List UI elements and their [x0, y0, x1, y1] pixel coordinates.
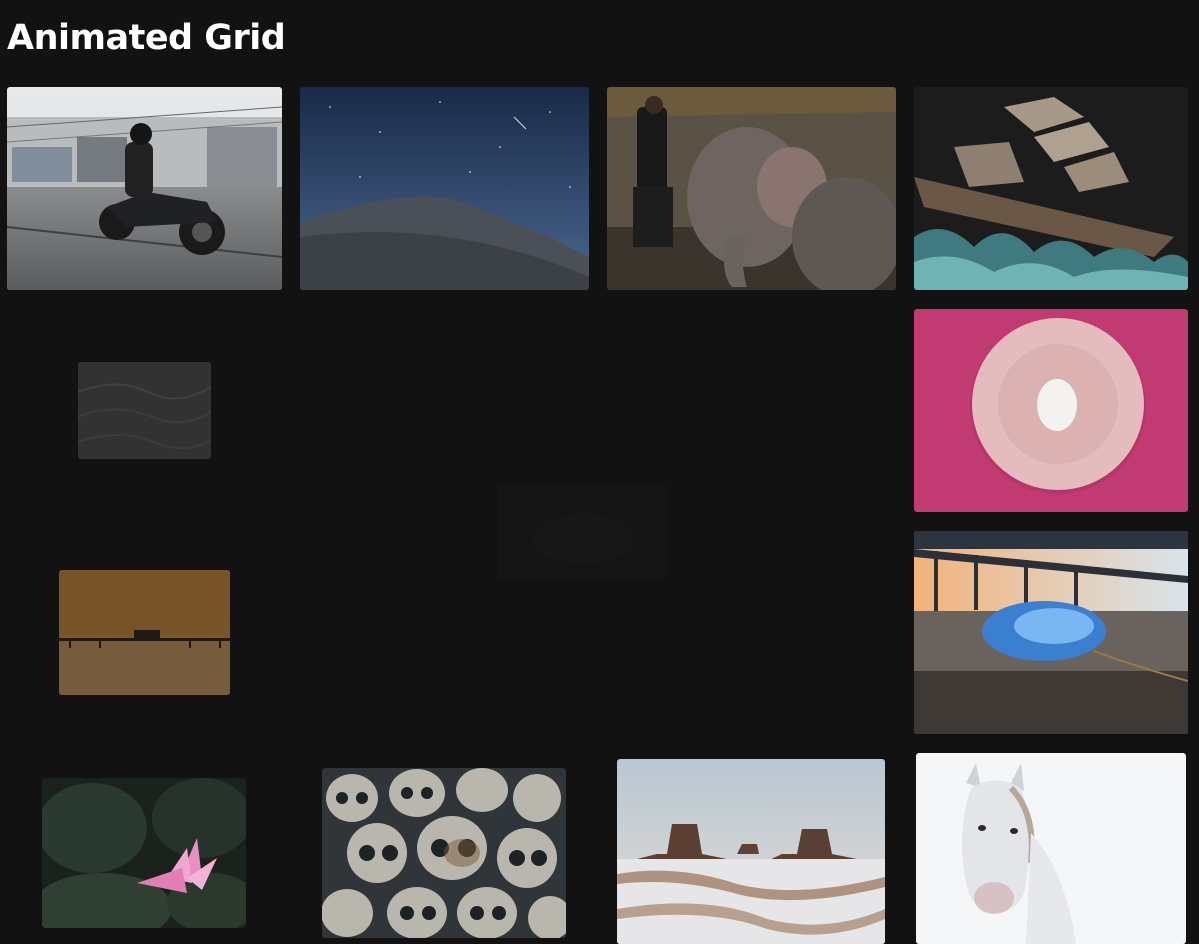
elephant-photo-icon — [607, 87, 896, 290]
grid-item-jellyfish-beach[interactable] — [914, 531, 1188, 734]
grid-item-faded-dark[interactable] — [498, 484, 667, 579]
grid-item-egg-plate[interactable] — [914, 309, 1188, 512]
page-title: Animated Grid — [7, 18, 286, 58]
grid-item-night-desert[interactable] — [300, 87, 589, 290]
night-desert-photo-icon — [300, 87, 589, 290]
pier-sunset-photo-icon — [59, 570, 230, 695]
faded-dark-photo-icon — [498, 484, 667, 579]
grid-item-elephant[interactable] — [607, 87, 896, 290]
monument-valley-photo-icon — [617, 759, 885, 944]
grid-item-ship[interactable] — [914, 87, 1188, 290]
motorcycle-photo-icon — [7, 87, 282, 290]
grid-item-motorcycle[interactable] — [7, 87, 282, 290]
skulls-photo-icon — [322, 768, 566, 938]
grid-item-lotus[interactable] — [42, 778, 246, 928]
animated-grid-page: Animated Grid — [0, 0, 1199, 944]
grid-item-white-horse[interactable] — [916, 753, 1186, 944]
grid-item-skulls[interactable] — [322, 768, 566, 938]
grid-item-sand-dunes[interactable] — [78, 362, 211, 459]
lotus-photo-icon — [42, 778, 246, 928]
grid-item-monument-valley[interactable] — [617, 759, 885, 944]
sand-dunes-photo-icon — [78, 362, 211, 459]
ship-illustration-icon — [914, 87, 1188, 290]
grid-item-pier-sunset[interactable] — [59, 570, 230, 695]
jellyfish-beach-photo-icon — [914, 531, 1188, 734]
white-horse-photo-icon — [916, 753, 1186, 944]
egg-plate-photo-icon — [914, 309, 1188, 512]
